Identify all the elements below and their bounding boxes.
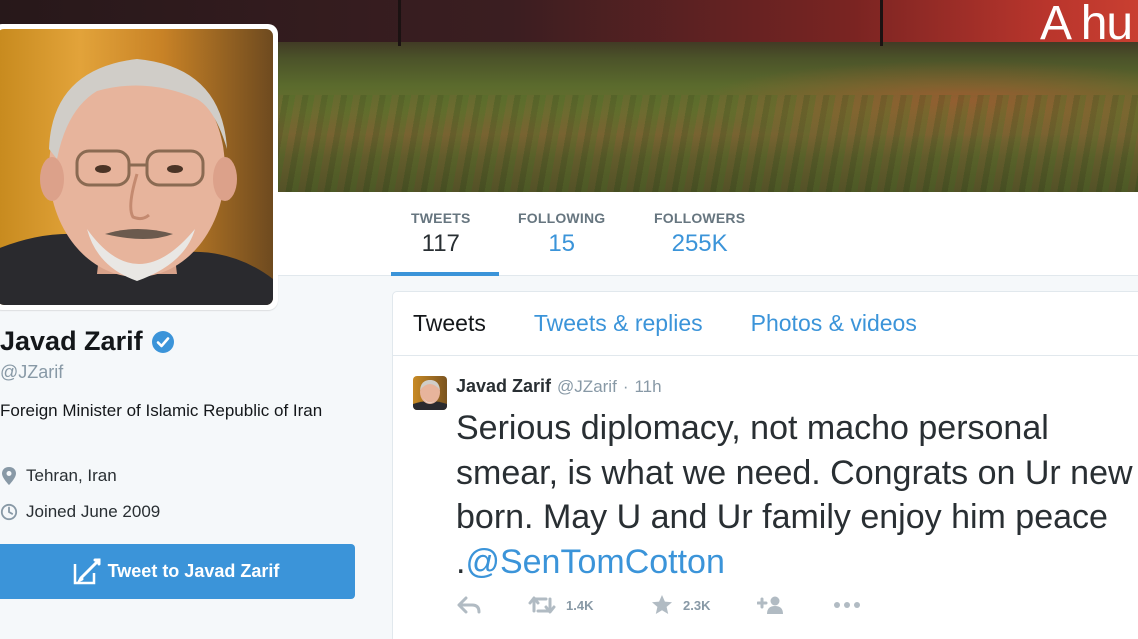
profile-photo	[0, 29, 273, 305]
stat-followers[interactable]: FOLLOWERS 255K	[654, 210, 745, 258]
tab-photos-videos[interactable]: Photos & videos	[751, 310, 917, 337]
profile-nav: TWEETS 117 FOLLOWING 15 FOLLOWERS 255K	[278, 192, 1138, 276]
profile-handle[interactable]: @JZarif	[0, 362, 63, 383]
retweet-icon	[528, 596, 556, 614]
profile-location: Tehran, Iran	[0, 466, 117, 486]
retweet-count: 1.4K	[566, 597, 594, 613]
tab-tweets[interactable]: Tweets	[413, 310, 486, 337]
profile-name[interactable]: Javad Zarif	[0, 326, 143, 357]
profile-joined: Joined June 2009	[0, 502, 160, 522]
clock-icon	[0, 503, 18, 521]
tweet-author-name[interactable]: Javad Zarif	[456, 376, 551, 397]
stat-following[interactable]: FOLLOWING 15	[518, 210, 605, 258]
tweet-actions: 1.4K 2.3K	[456, 594, 861, 616]
reply-icon	[457, 596, 481, 614]
favorite-count: 2.3K	[683, 597, 711, 613]
reply-button[interactable]	[456, 596, 528, 614]
banner-pole	[880, 0, 883, 46]
stat-label: TWEETS	[411, 210, 471, 226]
tweet-to-label: Tweet to Javad Zarif	[107, 561, 280, 581]
timeline: Tweets Tweets & replies Photos & videos …	[392, 291, 1138, 639]
stat-label: FOLLOWERS	[654, 210, 746, 226]
tweet-mention-link[interactable]: @SenTomCotton	[465, 543, 724, 581]
tweet-timestamp[interactable]: 11h	[634, 377, 661, 397]
more-button[interactable]	[833, 601, 861, 609]
banner-pole	[398, 0, 401, 46]
verified-icon	[151, 330, 174, 353]
location-text: Tehran, Iran	[26, 466, 117, 485]
profile-bio: Foreign Minister of Islamic Republic of …	[0, 401, 323, 420]
stat-label: FOLLOWING	[518, 210, 606, 226]
stat-tweets[interactable]: TWEETS 117	[411, 210, 471, 258]
location-pin-icon	[2, 467, 16, 485]
stat-value: 255K	[671, 230, 728, 257]
follow-button[interactable]	[757, 595, 833, 615]
more-icon	[834, 602, 860, 608]
banner-text: A hu	[1040, 0, 1133, 50]
active-tab-underline	[391, 272, 499, 276]
profile-avatar[interactable]	[0, 24, 278, 310]
tweet-author-handle[interactable]: @JZarif	[557, 377, 617, 397]
follow-icon	[757, 596, 783, 614]
tweet-to-button[interactable]: Tweet to Javad Zarif	[0, 544, 355, 599]
tweet-header: Javad Zarif @JZarif · 11h	[456, 376, 662, 397]
joined-text: Joined June 2009	[26, 502, 161, 521]
tab-tweets-replies[interactable]: Tweets & replies	[534, 310, 703, 337]
profile-name-row: Javad Zarif	[0, 326, 175, 357]
star-icon	[652, 595, 672, 614]
tweet-avatar[interactable]	[413, 376, 447, 410]
stat-value: 15	[548, 230, 576, 257]
separator-dot: ·	[622, 377, 629, 396]
timeline-tabs: Tweets Tweets & replies Photos & videos	[393, 292, 1138, 356]
favorite-button[interactable]: 2.3K	[651, 594, 757, 616]
tweet-text: Serious diplomacy, not macho personal sm…	[456, 406, 1138, 584]
retweet-button[interactable]: 1.4K	[528, 595, 651, 615]
stat-value: 117	[421, 230, 460, 257]
compose-icon	[73, 558, 101, 584]
